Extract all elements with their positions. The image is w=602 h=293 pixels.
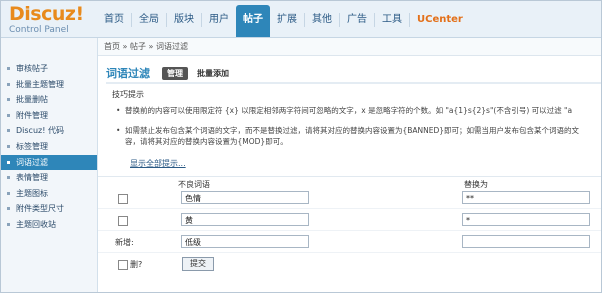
- nav-tab-ads[interactable]: 广告: [340, 1, 374, 37]
- nav-tab-ucenter[interactable]: UCenter: [410, 1, 470, 37]
- new-bad-word-input[interactable]: 低级: [181, 235, 309, 248]
- replacement-input[interactable]: **: [462, 191, 590, 204]
- bad-word-input[interactable]: 黄: [181, 213, 309, 226]
- sidebar-item-smilies[interactable]: 表情管理: [1, 170, 97, 186]
- tip-text-continued: 容，请将其对应的替换内容设置为{MOD}即可。: [125, 137, 288, 146]
- sidebar-item-discuz-code[interactable]: Discuz! 代码: [1, 123, 97, 139]
- submit-row: 删? 提交: [98, 255, 601, 275]
- new-word-row: 新增: 低级: [98, 233, 601, 253]
- main-content: 首页 » 帖子 » 词语过滤 词语过滤 管理 批量添加 技巧提示 替换前的内容可…: [98, 38, 601, 292]
- control-panel-window: Discuz! Control Panel 首页 全局 版块 用户 帖子 扩展 …: [0, 0, 602, 293]
- nav-tab-home[interactable]: 首页: [97, 1, 131, 37]
- nav-tab-forums[interactable]: 版块: [167, 1, 201, 37]
- row-checkbox[interactable]: [118, 194, 128, 204]
- header-divider: [106, 82, 601, 84]
- table-row: 色情 **: [98, 189, 601, 209]
- new-replacement-input[interactable]: [462, 235, 590, 248]
- nav-tab-posts[interactable]: 帖子: [236, 5, 270, 37]
- sidebar-item-thread-icons[interactable]: 主题图标: [1, 186, 97, 202]
- new-word-label: 新增:: [115, 238, 134, 247]
- top-bar: Discuz! Control Panel 首页 全局 版块 用户 帖子 扩展 …: [1, 1, 601, 38]
- sidebar: 审核帖子 批量主题管理 批量删帖 附件管理 Discuz! 代码 标签管理 词语…: [1, 38, 98, 292]
- manage-button[interactable]: 管理: [162, 66, 188, 80]
- nav-tab-other[interactable]: 其他: [305, 1, 339, 37]
- page-title: 词语过滤: [106, 67, 150, 80]
- bad-word-input[interactable]: 色情: [181, 191, 309, 204]
- tips-title: 技巧提示: [112, 90, 144, 99]
- sidebar-item-word-filter[interactable]: 词语过滤: [1, 154, 97, 171]
- logo: Discuz! Control Panel: [9, 4, 99, 36]
- sidebar-item-attachments[interactable]: 附件管理: [1, 108, 97, 124]
- submit-button[interactable]: 提交: [182, 257, 214, 271]
- breadcrumb: 首页 » 帖子 » 词语过滤: [98, 38, 601, 56]
- replacement-input[interactable]: *: [462, 213, 590, 226]
- sidebar-item-tags[interactable]: 标签管理: [1, 139, 97, 155]
- delete-all-checkbox[interactable]: [118, 260, 128, 270]
- logo-subtitle: Control Panel: [9, 25, 69, 35]
- nav-tab-users[interactable]: 用户: [202, 1, 236, 37]
- sidebar-item-moderate-posts[interactable]: 审核帖子: [1, 61, 97, 77]
- tip-text: 如需禁止发布包含某个词语的文字，而不是替换过滤，请将其对应的替换内容设置为{BA…: [125, 126, 580, 135]
- tip-item: 如需禁止发布包含某个词语的文字，而不是替换过滤，请将其对应的替换内容设置为{BA…: [116, 125, 601, 147]
- nav-tab-extensions[interactable]: 扩展: [270, 1, 304, 37]
- nav-tab-tools[interactable]: 工具: [375, 1, 409, 37]
- sidebar-item-attachment-types[interactable]: 附件类型尺寸: [1, 201, 97, 217]
- logo-title: Discuz!: [9, 3, 84, 25]
- tip-item: 替换前的内容可以使用限定符 {x} 以限定相邻两字符间可忽略的文字，x 是忽略字…: [116, 105, 601, 116]
- batch-add-button[interactable]: 批量添加: [192, 67, 234, 80]
- nav-tab-global[interactable]: 全局: [132, 1, 166, 37]
- sidebar-item-recycle-bin[interactable]: 主题回收站: [1, 217, 97, 233]
- main-nav: 首页 全局 版块 用户 帖子 扩展 其他 广告 工具 UCenter: [97, 1, 470, 37]
- table-row: 黄 *: [98, 211, 601, 231]
- tip-text: 替换前的内容可以使用限定符 {x} 以限定相邻两字符间可忽略的文字，x 是忽略字…: [125, 106, 573, 115]
- show-all-tips-link[interactable]: 显示全部提示...: [130, 158, 186, 169]
- page-header: 词语过滤 管理 批量添加: [106, 65, 238, 81]
- sidebar-item-batch-threads[interactable]: 批量主题管理: [1, 77, 97, 93]
- sidebar-item-batch-delete[interactable]: 批量删帖: [1, 92, 97, 108]
- row-checkbox[interactable]: [118, 216, 128, 226]
- delete-label: 删?: [130, 260, 143, 269]
